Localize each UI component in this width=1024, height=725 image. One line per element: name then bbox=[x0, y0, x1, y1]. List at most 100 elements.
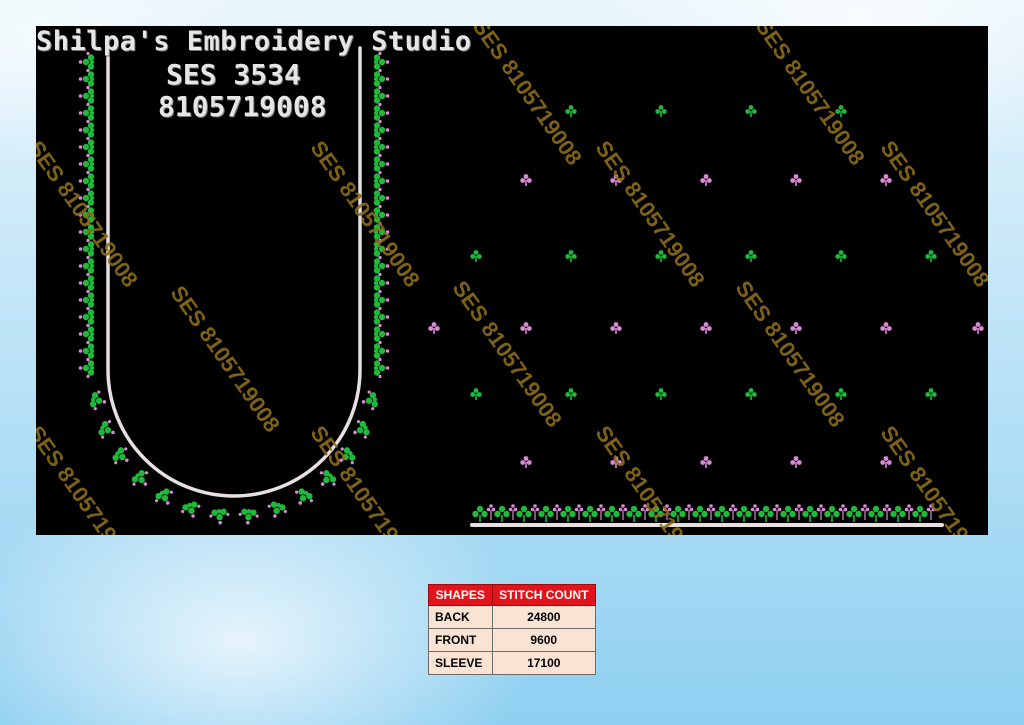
border-motif bbox=[373, 306, 390, 328]
sleeve-border-motif bbox=[530, 504, 540, 520]
border-motif bbox=[78, 255, 95, 277]
stitch-count-value: 9600 bbox=[491, 628, 597, 652]
sleeve-border-motif bbox=[802, 505, 818, 522]
border-motif bbox=[89, 390, 107, 411]
design-code: SES 3534 bbox=[166, 58, 301, 91]
sleeve-border-motif bbox=[736, 505, 752, 522]
sleeve-border-motif bbox=[794, 504, 804, 520]
green-motif bbox=[565, 388, 577, 400]
green-motif bbox=[925, 250, 937, 262]
border-motif bbox=[181, 501, 201, 518]
border-motif bbox=[78, 153, 95, 175]
sleeve-border-motif bbox=[816, 504, 826, 520]
green-motif bbox=[565, 250, 577, 262]
sleeve-border-motif bbox=[538, 505, 554, 522]
stitch-count-value: 24800 bbox=[491, 605, 597, 629]
green-motif bbox=[565, 105, 577, 117]
sleeve-border-motif bbox=[728, 504, 738, 520]
border-motif bbox=[78, 136, 95, 158]
sleeve-border-motif bbox=[824, 505, 840, 522]
pink-motif bbox=[880, 322, 892, 334]
border-motif bbox=[78, 289, 95, 311]
sleeve-border-motif bbox=[552, 504, 562, 520]
table-row: FRONT 9600 bbox=[428, 628, 597, 652]
sleeve-border-motif bbox=[692, 505, 708, 522]
sleeve-border-motif bbox=[890, 505, 906, 522]
studio-name: Shilpa's Embroidery Studio bbox=[36, 26, 472, 57]
sleeve-border-motif bbox=[596, 504, 606, 520]
border-motif bbox=[112, 447, 129, 465]
green-motif bbox=[745, 388, 757, 400]
green-motif bbox=[470, 388, 482, 400]
green-motif bbox=[925, 388, 937, 400]
pink-motif bbox=[700, 322, 712, 334]
pink-motif bbox=[520, 456, 532, 468]
border-motif bbox=[373, 102, 390, 124]
border-motif bbox=[373, 153, 390, 175]
sleeve-border-motif bbox=[714, 505, 730, 522]
border-motif bbox=[155, 488, 173, 505]
border-motif bbox=[353, 420, 370, 439]
pink-motif bbox=[700, 174, 712, 186]
column-header-shapes: SHAPES bbox=[428, 584, 493, 606]
sleeve-border-motif bbox=[780, 505, 796, 522]
border-motif bbox=[373, 136, 390, 158]
sleeve-border-motif bbox=[494, 505, 510, 522]
studio-phone: 8105719008 bbox=[158, 90, 327, 123]
sleeve-border-line bbox=[470, 523, 944, 527]
sleeve-border-motif bbox=[574, 504, 584, 520]
design-canvas: Shilpa's Embroidery Studio SES 3534 8105… bbox=[36, 26, 988, 535]
table-row: BACK 24800 bbox=[428, 605, 597, 629]
sleeve-border-motif bbox=[508, 504, 518, 520]
sleeve-border-motif bbox=[560, 505, 576, 522]
border-motif bbox=[373, 187, 390, 209]
pink-motif bbox=[972, 322, 984, 334]
sleeve-border-motif bbox=[904, 504, 914, 520]
sleeve-border-motif bbox=[604, 505, 620, 522]
border-motif bbox=[78, 102, 95, 124]
pink-motif bbox=[880, 174, 892, 186]
border-motif bbox=[373, 85, 390, 107]
pink-motif bbox=[790, 322, 802, 334]
sleeve-border-motif bbox=[758, 505, 774, 522]
sleeve-border-motif bbox=[838, 504, 848, 520]
border-motif bbox=[78, 323, 95, 345]
border-motif bbox=[373, 170, 390, 192]
sleeve-border-motif bbox=[750, 504, 760, 520]
sleeve-border-motif bbox=[882, 504, 892, 520]
border-motif bbox=[78, 85, 95, 107]
green-motif bbox=[655, 105, 667, 117]
border-motif bbox=[238, 508, 259, 525]
border-motif bbox=[373, 340, 390, 362]
border-motif bbox=[131, 470, 149, 486]
green-motif bbox=[470, 250, 482, 262]
border-motif bbox=[267, 501, 287, 518]
sleeve-border-motif bbox=[516, 505, 532, 522]
sleeve-border-motif bbox=[582, 505, 598, 522]
shape-name: BACK bbox=[428, 605, 493, 629]
border-motif bbox=[373, 272, 390, 294]
green-motif bbox=[655, 388, 667, 400]
pink-motif bbox=[520, 322, 532, 334]
green-motif bbox=[745, 105, 757, 117]
border-motif bbox=[295, 488, 313, 505]
border-motif bbox=[78, 357, 95, 379]
sleeve-border-motif bbox=[486, 504, 496, 520]
border-motif bbox=[209, 508, 230, 525]
border-motif bbox=[98, 420, 115, 439]
table-header-row: SHAPES STITCH COUNT bbox=[428, 584, 597, 606]
sleeve-border-motif bbox=[706, 504, 716, 520]
sleeve-border-motif bbox=[472, 505, 488, 522]
border-motif bbox=[373, 119, 390, 141]
sleeve-border-motif bbox=[860, 504, 870, 520]
border-motif bbox=[78, 68, 95, 90]
border-motif bbox=[78, 272, 95, 294]
border-motif bbox=[361, 390, 379, 411]
pink-motif bbox=[790, 456, 802, 468]
pink-motif bbox=[790, 174, 802, 186]
border-motif bbox=[78, 340, 95, 362]
sleeve-border-motif bbox=[684, 504, 694, 520]
border-motif bbox=[373, 323, 390, 345]
green-motif bbox=[745, 250, 757, 262]
shape-name: FRONT bbox=[428, 628, 493, 652]
